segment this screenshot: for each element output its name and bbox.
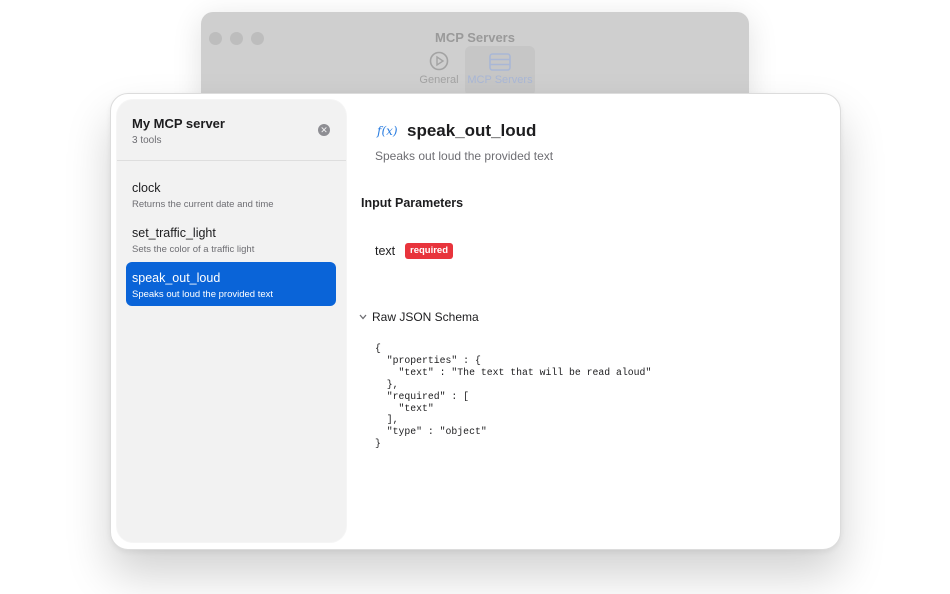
tool-description: Returns the current date and time bbox=[132, 199, 274, 210]
chevron-down-icon bbox=[359, 312, 367, 322]
sidebar-divider bbox=[117, 160, 346, 161]
window-title: MCP Servers bbox=[435, 30, 515, 45]
raw-json-schema-label: Raw JSON Schema bbox=[372, 310, 479, 324]
tool-inspector-sheet: My MCP server 3 tools ✕ clock Returns th… bbox=[110, 93, 841, 550]
tool-subtitle: Speaks out loud the provided text bbox=[375, 149, 554, 163]
raw-json-schema-disclosure[interactable]: Raw JSON Schema bbox=[359, 310, 479, 324]
raw-json-schema-code: { "properties" : { "text" : "The text th… bbox=[375, 343, 652, 450]
tab-general-label: General bbox=[419, 74, 459, 86]
tool-name: clock bbox=[132, 181, 161, 195]
tool-item-speak-out-loud[interactable]: speak_out_loud Speaks out loud the provi… bbox=[126, 262, 336, 306]
tool-count: 3 tools bbox=[132, 135, 162, 146]
tool-description: Sets the color of a traffic light bbox=[132, 244, 255, 255]
required-badge: required bbox=[405, 243, 454, 259]
servers-icon bbox=[465, 46, 535, 72]
tool-item-clock[interactable]: clock Returns the current date and time bbox=[126, 172, 336, 216]
general-icon bbox=[415, 46, 463, 72]
tool-title: speak_out_loud bbox=[407, 121, 537, 140]
tab-mcp-servers-label: MCP Servers bbox=[467, 74, 533, 86]
parameter-name: text bbox=[375, 244, 396, 258]
tools-sidebar: My MCP server 3 tools ✕ clock Returns th… bbox=[117, 100, 346, 542]
server-name: My MCP server bbox=[132, 116, 225, 131]
tab-mcp-servers[interactable]: MCP Servers bbox=[465, 46, 535, 96]
tool-name: set_traffic_light bbox=[132, 226, 216, 240]
close-circle-icon[interactable]: ✕ bbox=[318, 124, 330, 136]
function-icon: f(x) bbox=[377, 124, 398, 138]
tab-general[interactable]: General bbox=[415, 46, 463, 96]
tool-name: speak_out_loud bbox=[132, 271, 221, 285]
input-parameters-heading: Input Parameters bbox=[361, 196, 464, 210]
tool-item-set-traffic-light[interactable]: set_traffic_light Sets the color of a tr… bbox=[126, 217, 336, 261]
tool-description: Speaks out loud the provided text bbox=[132, 289, 274, 300]
